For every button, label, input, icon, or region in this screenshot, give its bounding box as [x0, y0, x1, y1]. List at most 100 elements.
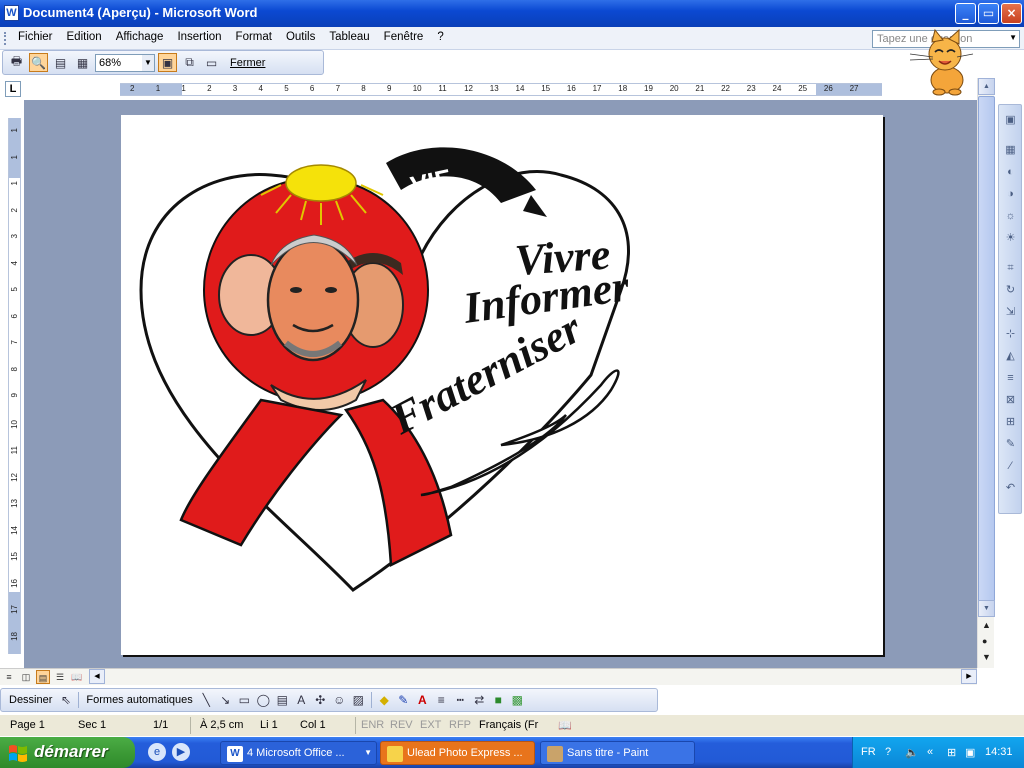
dash-style-icon[interactable]: ┅ [451, 691, 470, 710]
rotate-icon[interactable]: ↻ [1003, 283, 1018, 298]
compress-picture-icon[interactable]: ⊠ [1003, 393, 1018, 408]
status-ext[interactable]: EXT [420, 719, 441, 731]
taskbar-item-word[interactable]: W 4 Microsoft Office ... ▼ [220, 741, 377, 765]
minimize-button[interactable]: _ [955, 3, 976, 24]
next-page-icon[interactable]: ▼ [982, 652, 991, 662]
insert-picture-icon[interactable]: ▨ [349, 691, 368, 710]
vertical-scrollbar[interactable]: ▲ ▼ ▲ ● ▼ [977, 78, 995, 668]
zoom-select[interactable]: 68% ▼ [95, 53, 155, 72]
menu-tableau[interactable]: Tableau [323, 27, 377, 50]
line-style-icon[interactable]: ≡ [1003, 371, 1018, 386]
scroll-up-arrow[interactable]: ▲ [978, 78, 995, 95]
3d-icon[interactable]: ▩ [508, 691, 527, 710]
draw-menu-button[interactable]: Dessiner [5, 694, 56, 706]
diagram-icon[interactable]: ✣ [311, 691, 330, 710]
browse-object-icon[interactable]: ● [982, 636, 987, 646]
brightness-more-icon[interactable]: ☼ [1003, 209, 1018, 224]
scroll-right-arrow[interactable]: ▶ [961, 669, 977, 684]
menu-fenetre[interactable]: Fenêtre [378, 27, 432, 50]
close-preview-button[interactable]: Fermer [224, 57, 271, 69]
multiple-pages-icon[interactable]: ▦ [73, 53, 92, 72]
maximize-button[interactable]: ▭ [978, 3, 999, 24]
arrow-style-icon[interactable]: ⇄ [470, 691, 489, 710]
media-player-icon[interactable]: ▶ [172, 743, 190, 761]
volume-icon[interactable]: 🔈 [905, 746, 919, 759]
full-screen-icon[interactable]: ▭ [202, 53, 221, 72]
print-icon[interactable]: 🖶 [7, 53, 26, 72]
internet-explorer-icon[interactable]: e [148, 743, 166, 761]
device-icon[interactable]: ▣ [965, 746, 975, 759]
taskbar-item-paint[interactable]: Sans titre - Paint [540, 741, 695, 765]
brightness-less-icon[interactable]: ☀ [1003, 231, 1018, 246]
reading-view-icon[interactable]: 📖 [70, 670, 84, 684]
status-rfp[interactable]: RFP [449, 719, 471, 731]
ruler-tick-label: 15 [541, 84, 551, 93]
status-language[interactable]: Français (Fr [479, 719, 538, 731]
picture-icon[interactable]: ▣ [1003, 113, 1018, 128]
scroll-left-arrow[interactable]: ◀ [89, 669, 105, 684]
menu-help[interactable]: ? [431, 27, 451, 50]
office-assistant-cat-icon[interactable] [905, 28, 975, 96]
format-picture-icon[interactable]: ✎ [1003, 437, 1018, 452]
contrast-icon[interactable]: ◐ [1003, 165, 1018, 180]
prev-page-icon[interactable]: ▲ [982, 620, 991, 630]
contrast-less-icon[interactable]: ◑ [1003, 187, 1018, 202]
wordart-icon[interactable]: A [292, 691, 311, 710]
network-icon[interactable]: ⊞ [947, 746, 956, 759]
font-color-icon[interactable]: A [413, 691, 432, 710]
view-ruler-icon[interactable]: ▣ [158, 53, 177, 72]
menu-grip[interactable] [4, 32, 7, 45]
page-view-icon[interactable]: ▤ [36, 670, 50, 684]
set-transparent-icon[interactable]: ⁄ [1003, 459, 1018, 474]
normal-view-icon[interactable]: ≡ [2, 670, 16, 684]
crop-tool-icon[interactable]: ⊹ [1003, 327, 1018, 342]
shadow-icon[interactable]: ■ [489, 691, 508, 710]
shrink-to-fit-icon[interactable]: ⧉ [180, 53, 199, 72]
clipart-icon[interactable]: ☺ [330, 691, 349, 710]
select-objects-icon[interactable]: ⇖ [56, 691, 75, 710]
language-indicator[interactable]: FR [861, 746, 876, 758]
one-page-icon[interactable]: ▤ [51, 53, 70, 72]
line-style-icon[interactable]: ≡ [432, 691, 451, 710]
web-view-icon[interactable]: ◫ [19, 670, 33, 684]
menu-edition[interactable]: Edition [61, 27, 110, 50]
text-box-icon[interactable]: ▤ [273, 691, 292, 710]
menu-outils[interactable]: Outils [280, 27, 323, 50]
scroll-thumb[interactable] [978, 96, 995, 602]
line-icon[interactable]: ╲ [197, 691, 216, 710]
fill-color-icon[interactable]: ◆ [375, 691, 394, 710]
menu-fichier[interactable]: Fichier [12, 27, 61, 50]
chevron-down-icon[interactable]: ▼ [1009, 33, 1017, 42]
taskbar-item-ulead[interactable]: Ulead Photo Express ... [380, 741, 535, 765]
tray-expand-icon[interactable]: « [927, 746, 933, 758]
help-icon[interactable]: ? [885, 746, 891, 758]
word-app-icon[interactable]: W [4, 5, 19, 21]
layout-icon[interactable]: ▦ [1003, 143, 1018, 158]
document-page[interactable]: VIF Vivre Informer Fraterniser [121, 115, 883, 655]
menu-insertion[interactable]: Insertion [171, 27, 229, 50]
spelling-check-icon[interactable]: 📖 [558, 719, 572, 732]
autoshapes-menu-button[interactable]: Formes automatiques [82, 694, 196, 706]
close-button[interactable]: × [1001, 3, 1022, 24]
tab-selector[interactable]: L [5, 81, 21, 97]
rectangle-icon[interactable]: ▭ [235, 691, 254, 710]
oval-icon[interactable]: ◯ [254, 691, 273, 710]
status-enr[interactable]: ENR [361, 719, 384, 731]
vertical-ruler[interactable]: 1 1 1 2 3 4 5 6 7 8 9 10 11 12 13 14 15 16 17 18 [8, 118, 21, 654]
text-wrapping-icon[interactable]: ⊞ [1003, 415, 1018, 430]
arrow-icon[interactable]: ↘ [216, 691, 235, 710]
ruler-tick-label: 10 [10, 419, 19, 429]
status-rev[interactable]: REV [390, 719, 413, 731]
crop-icon[interactable]: ⌗ [1003, 261, 1018, 276]
magnifier-icon[interactable]: 🔍 [29, 53, 48, 72]
line-color-icon[interactable]: ✎ [394, 691, 413, 710]
menu-affichage[interactable]: Affichage [110, 27, 172, 50]
reset-picture-icon[interactable]: ↶ [1003, 481, 1018, 496]
menu-format[interactable]: Format [230, 27, 280, 50]
horizontal-ruler[interactable]: 2 1 1 2 3 4 5 6 7 8 9 10 11 12 13 14 15 16 17 18 19 20 21 22 23 2… [120, 83, 882, 96]
compress-icon[interactable]: ⇲ [1003, 305, 1018, 320]
start-button[interactable]: démarrer [0, 737, 135, 768]
rotate-left-icon[interactable]: ◭ [1003, 349, 1018, 364]
scroll-down-arrow[interactable]: ▼ [978, 600, 995, 617]
outline-view-icon[interactable]: ☰ [53, 670, 67, 684]
